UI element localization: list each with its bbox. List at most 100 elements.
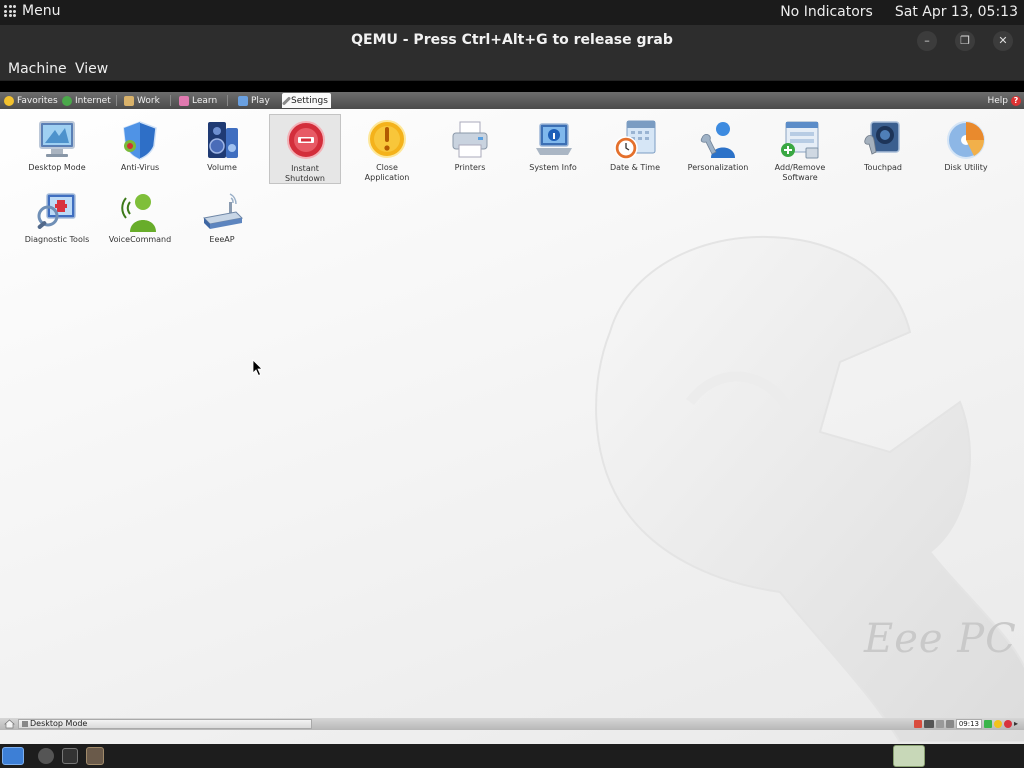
app-label: Desktop Mode [28,163,86,172]
menu-machine[interactable]: Machine [8,61,67,77]
touchpad-icon [864,121,900,155]
host-dock [0,744,1024,768]
close-icon: ✕ [998,34,1008,47]
app-personalization[interactable]: Personalization [682,114,754,184]
app-add-remove-software[interactable]: Add/Remove Software [764,114,836,184]
tab-separator [170,95,171,106]
window-title: QEMU - Press Ctrl+Alt+G to release grab [351,32,673,48]
minimize-button[interactable]: – [917,31,937,51]
app-system-info[interactable]: System Info [517,114,589,184]
tab-favorites[interactable]: Favorites [1,93,61,108]
software-icon [781,121,819,159]
vm-border [0,81,1024,92]
tab-label: Play [251,95,270,106]
show-desktop-icon[interactable] [2,747,24,765]
help-button[interactable]: Help ? [987,93,1021,108]
briefcase-icon [124,95,134,106]
tab-separator [227,95,228,106]
star-icon [4,95,14,106]
guest-clock[interactable]: 09:13 [955,719,982,729]
app-touchpad[interactable]: Touchpad [847,114,919,184]
tab-learn[interactable]: Learn [176,93,220,108]
qemu-title-bar: QEMU - Press Ctrl+Alt+G to release grab … [0,25,1024,57]
warning-icon [368,120,406,158]
smiley-icon[interactable] [994,720,1002,728]
taskbar-item-desktop-mode[interactable]: Desktop Mode [18,719,312,729]
wrench-watermark-icon [595,235,1024,742]
tab-internet[interactable]: Internet [59,93,114,108]
restore-icon: ❐ [960,34,970,47]
app-date-time[interactable]: Date & Time [599,114,671,184]
home-icon[interactable] [4,719,15,729]
book-icon [179,95,189,106]
app-label: Close Application [364,163,410,182]
disk-icon [947,121,985,159]
app-label: VoiceCommand [108,235,172,244]
arrow-right-icon[interactable]: ▸ [1014,720,1022,728]
monitor-icon [39,121,75,157]
speaker-icon [208,122,238,158]
app-label: Printers [454,163,486,172]
host-clock[interactable]: Sat Apr 13, 05:13 [895,4,1018,20]
router-icon [202,193,244,229]
app-volume[interactable]: Volume [186,114,258,184]
keyboard-icon[interactable] [935,720,944,728]
app-close-application[interactable]: Close Application [351,114,423,184]
power-icon[interactable] [1004,720,1012,728]
network-icon[interactable] [913,720,922,728]
qemu-menu-bar: Machine View [0,57,1024,81]
calendar-clock-icon [614,120,656,160]
app-label: Volume [207,163,237,172]
app-instant-shutdown[interactable]: Instant Shutdown [269,114,341,184]
guest-screen: Eee PC Favorites Internet Work Learn Pla… [0,92,1024,744]
app-eeeap[interactable]: EeeAP [186,186,258,256]
power-icon [287,121,325,159]
qemu-window-button[interactable] [893,745,925,767]
system-tray: 09:13 ▸ [913,719,1022,729]
host-menu-label: Menu [22,3,61,19]
app-anti-virus[interactable]: Anti-Virus [104,114,176,184]
qemu-icon[interactable] [86,747,104,765]
close-button[interactable]: ✕ [993,31,1013,51]
disk-icon[interactable] [38,748,54,764]
info-laptop-icon [536,123,572,155]
app-label: Disk Utility [944,163,988,172]
indicators-status[interactable]: No Indicators [780,4,873,20]
user-icon [700,122,735,158]
help-label: Help [987,95,1008,106]
app-label: Add/Remove Software [774,163,826,182]
minimize-icon: – [924,34,930,47]
wrench-icon [281,95,292,106]
app-label: Instant Shutdown [285,164,325,183]
tab-settings[interactable]: Settings [281,93,331,108]
voice-icon [121,194,156,232]
printer-icon [452,121,488,158]
tab-play[interactable]: Play [235,93,273,108]
app-printers[interactable]: Printers [434,114,506,184]
tab-label: Favorites [17,95,58,106]
help-icon: ? [1011,95,1021,106]
brand-logo: Eee PC [864,616,1017,662]
app-diagnostic-tools[interactable]: Diagnostic Tools [21,186,93,256]
terminal-icon[interactable] [62,748,78,764]
tab-label: Learn [192,95,218,106]
diagnostic-icon [37,193,76,229]
app-label: Touchpad [863,163,903,172]
shield-icon [123,121,157,160]
app-voicecommand[interactable]: VoiceCommand [104,186,176,256]
host-menu-button[interactable]: Menu [4,3,60,19]
maximize-button[interactable]: ❐ [955,31,975,51]
globe-icon [62,95,72,106]
menu-view[interactable]: View [75,61,108,77]
app-desktop-mode[interactable]: Desktop Mode [21,114,93,184]
app-disk-utility[interactable]: Disk Utility [930,114,1002,184]
guest-taskbar: Desktop Mode 09:13 ▸ [0,718,1024,730]
volume-icon[interactable] [945,720,954,728]
app-label: Anti-Virus [120,163,160,172]
status-icon[interactable] [984,720,992,728]
battery-icon[interactable] [923,720,934,728]
app-label: System Info [529,163,577,172]
app-label: Diagnostic Tools [24,235,90,244]
tab-work[interactable]: Work [121,93,163,108]
taskbar-item-label: Desktop Mode [30,719,88,728]
